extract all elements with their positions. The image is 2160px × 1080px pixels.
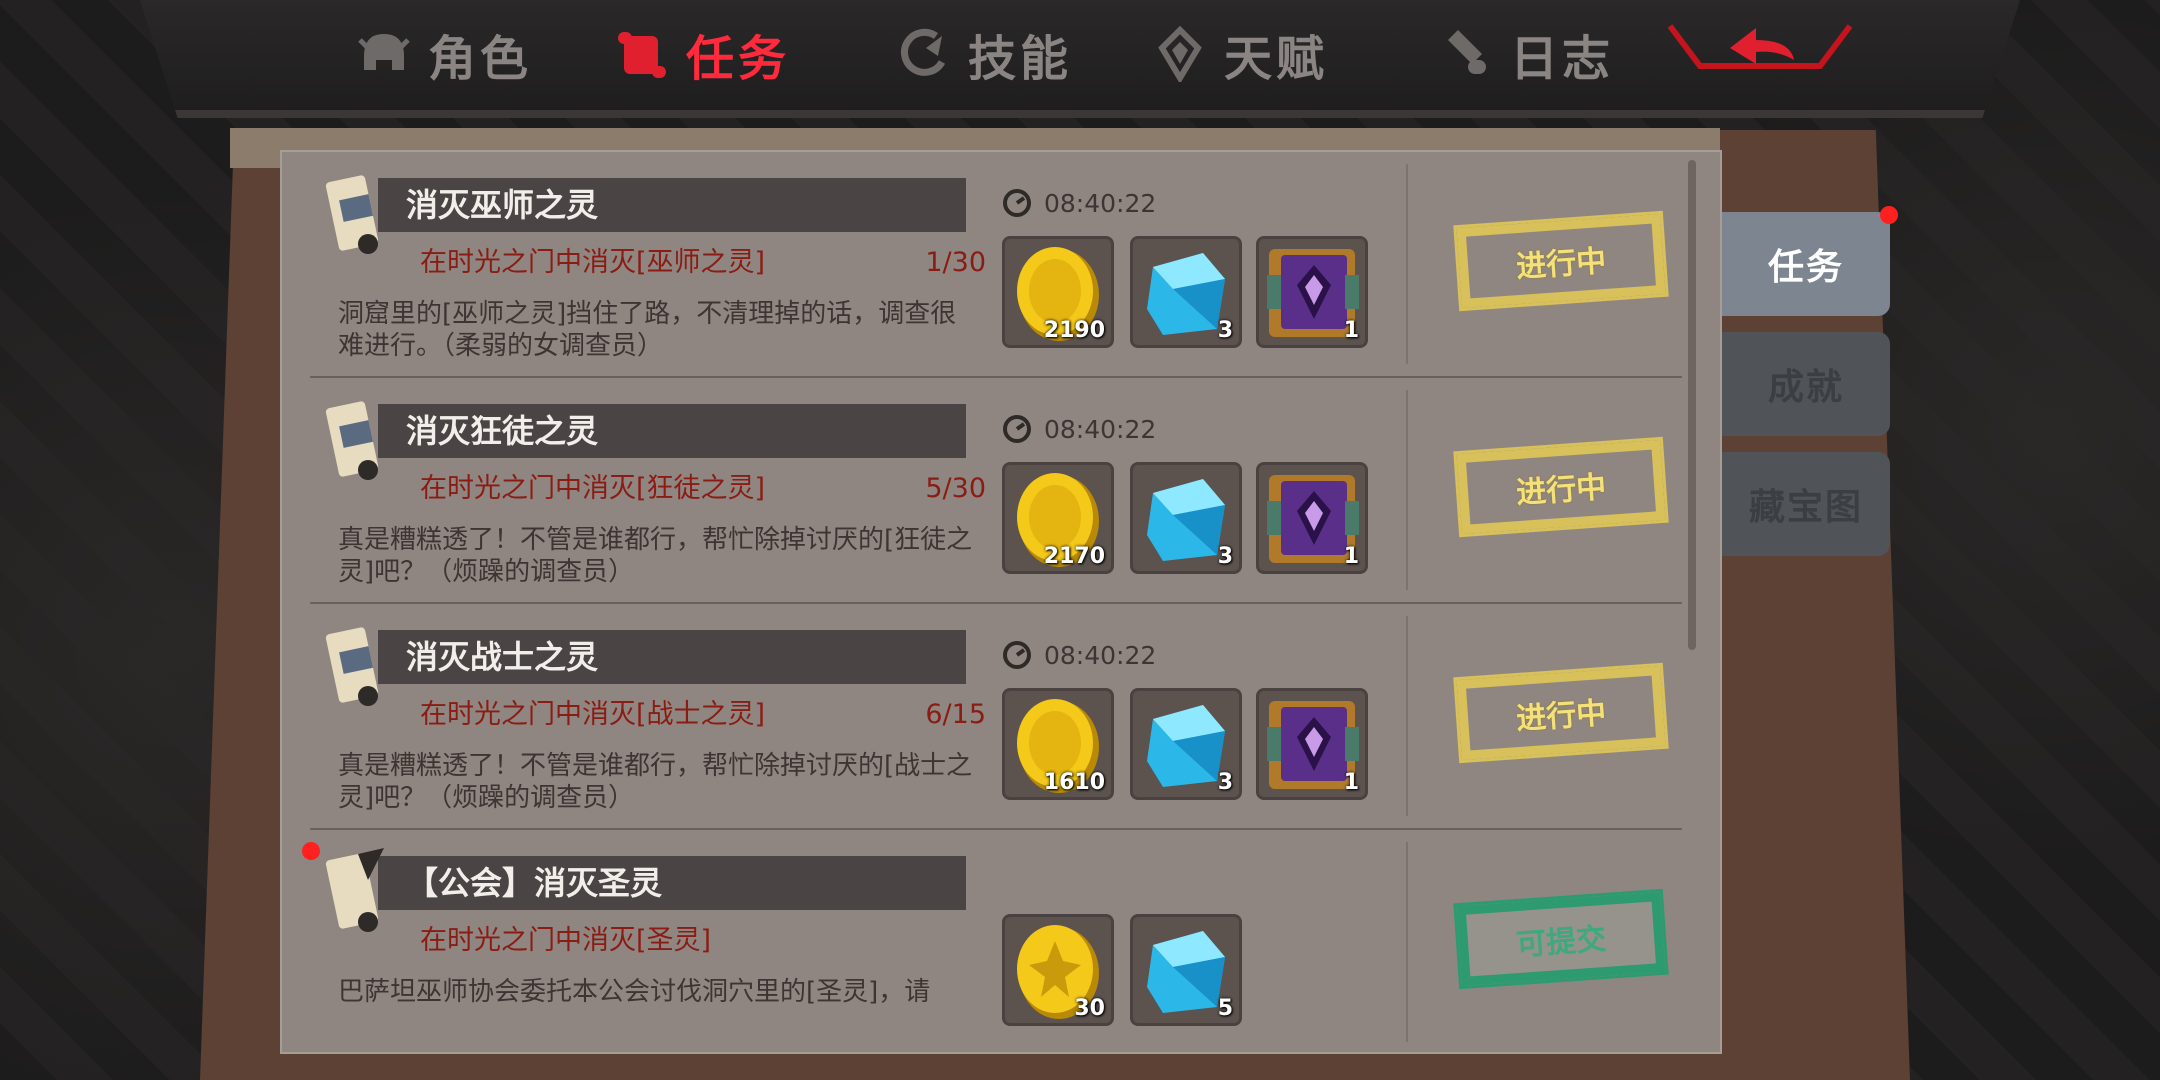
side-tab-treasure-map[interactable]: 藏宝图 (1722, 452, 1890, 556)
quest-objective: 在时光之门中消灭[战士之灵] (420, 699, 766, 730)
scroll-log-icon (1438, 26, 1494, 82)
reward-crystal[interactable]: 3 (1130, 462, 1242, 574)
quest-timer: 08:40:22 (1002, 414, 1156, 444)
quest-item[interactable]: 消灭战士之灵 在时光之门中消灭[战士之灵] 6/15 真是糟糕透了！不管是谁都行… (282, 604, 1682, 830)
column-divider (1406, 842, 1408, 1042)
clock-icon (1002, 414, 1032, 444)
tab-label: 天赋 (1224, 31, 1329, 87)
tab-label: 角色 (428, 31, 533, 87)
reward-count: 1 (1343, 318, 1359, 343)
reward-count: 3 (1217, 544, 1233, 569)
column-divider (1406, 616, 1408, 816)
back-arrow-icon (1660, 6, 1860, 90)
quest-description: 巴萨坦巫师协会委托本公会讨伐洞穴里的[圣灵]，请 (338, 977, 931, 1007)
tab-talents[interactable]: 天赋 (1152, 14, 1328, 94)
tab-log[interactable]: 日志 (1438, 14, 1614, 94)
quest-objective: 在时光之门中消灭[狂徒之灵] (420, 473, 766, 504)
reward-gold[interactable]: 1610 (1002, 688, 1114, 800)
scrollbar[interactable] (1688, 160, 1696, 650)
alert-dot (1880, 206, 1898, 224)
quest-scroll-icon (318, 620, 398, 712)
timer-text: 08:40:22 (1044, 188, 1157, 218)
reward-book[interactable]: 1 (1256, 462, 1368, 574)
reward-book[interactable]: 1 (1256, 236, 1368, 348)
status-submit-button[interactable]: 可提交 (1453, 888, 1669, 990)
clock-icon (1002, 188, 1032, 218)
quest-description: 真是糟糕透了！不管是谁都行，帮忙除掉讨厌的[战士之灵]吧？（烦躁的调查员） (338, 751, 973, 813)
column-divider (1406, 390, 1408, 590)
reward-count: 1 (1343, 544, 1359, 569)
quest-title: 消灭战士之灵 (406, 638, 599, 676)
reward-crystal[interactable]: 5 (1130, 914, 1242, 1026)
quest-description: 真是糟糕透了！不管是谁都行，帮忙除掉讨厌的[狂徒之灵]吧？（烦躁的调查员） (338, 525, 973, 587)
quest-item[interactable]: 消灭巫师之灵 在时光之门中消灭[巫师之灵] 1/30 洞窟里的[巫师之灵]挡住了… (282, 152, 1682, 378)
quest-scroll-icon (318, 394, 398, 486)
side-tab-achievements[interactable]: 成就 (1722, 332, 1890, 436)
status-in-progress-button[interactable]: 进行中 (1453, 210, 1669, 312)
quest-list-panel[interactable]: 消灭巫师之灵 在时光之门中消灭[巫师之灵] 1/30 洞窟里的[巫师之灵]挡住了… (280, 150, 1722, 1054)
reward-count: 2170 (1043, 544, 1105, 569)
reward-count: 30 (1074, 996, 1105, 1021)
status-in-progress-button[interactable]: 进行中 (1453, 436, 1669, 538)
reward-count: 3 (1217, 318, 1233, 343)
clock-icon (1002, 640, 1032, 670)
tab-quests[interactable]: 任务 (614, 14, 790, 94)
reward-guild-coin[interactable]: 30 (1002, 914, 1114, 1026)
reward-crystal[interactable]: 3 (1130, 236, 1242, 348)
quest-progress: 6/15 (925, 699, 986, 730)
quest-title: 消灭狂徒之灵 (406, 412, 599, 450)
timer-text: 08:40:22 (1044, 640, 1157, 670)
tab-label: 技能 (968, 31, 1073, 87)
reward-count: 5 (1217, 996, 1233, 1021)
reward-crystal[interactable]: 3 (1130, 688, 1242, 800)
timer-text: 08:40:22 (1044, 414, 1157, 444)
tab-character[interactable]: 角色 (356, 14, 532, 94)
reward-gold[interactable]: 2170 (1002, 462, 1114, 574)
reward-gold[interactable]: 2190 (1002, 236, 1114, 348)
quest-timer: 08:40:22 (1002, 188, 1156, 218)
side-tab-quests[interactable]: 任务 (1722, 212, 1890, 316)
quest-progress: 1/30 (925, 247, 986, 278)
quest-objective: 在时光之门中消灭[圣灵] (420, 925, 712, 956)
quest-item[interactable]: 消灭狂徒之灵 在时光之门中消灭[狂徒之灵] 5/30 真是糟糕透了！不管是谁都行… (282, 378, 1682, 604)
quest-title: 【公会】消灭圣灵 (406, 864, 663, 902)
scroll-icon (614, 26, 670, 82)
column-divider (1406, 164, 1408, 364)
reward-count: 2190 (1043, 318, 1105, 343)
reward-count: 3 (1217, 770, 1233, 795)
back-button[interactable] (1660, 8, 1860, 88)
reward-count: 1610 (1043, 770, 1105, 795)
reward-count: 1 (1343, 770, 1359, 795)
tab-skills[interactable]: 技能 (896, 14, 1072, 94)
talent-icon (1152, 26, 1208, 82)
quest-title: 消灭巫师之灵 (406, 186, 599, 224)
quest-progress: 5/30 (925, 473, 986, 504)
status-in-progress-button[interactable]: 进行中 (1453, 662, 1669, 764)
quest-objective: 在时光之门中消灭[巫师之灵] (420, 247, 766, 278)
skill-icon (896, 26, 952, 82)
tab-label: 日志 (1510, 31, 1615, 87)
quest-timer: 08:40:22 (1002, 640, 1156, 670)
quest-scroll-icon (318, 846, 398, 938)
tab-label: 任务 (686, 31, 791, 87)
quest-scroll-icon (318, 168, 398, 260)
helmet-icon (356, 26, 412, 82)
quest-description: 洞窟里的[巫师之灵]挡住了路，不清理掉的话，调查很难进行。（柔弱的女调查员） (338, 299, 957, 361)
quest-item[interactable]: 【公会】消灭圣灵 在时光之门中消灭[圣灵] 巴萨坦巫师协会委托本公会讨伐洞穴里的… (282, 830, 1682, 1052)
reward-book[interactable]: 1 (1256, 688, 1368, 800)
